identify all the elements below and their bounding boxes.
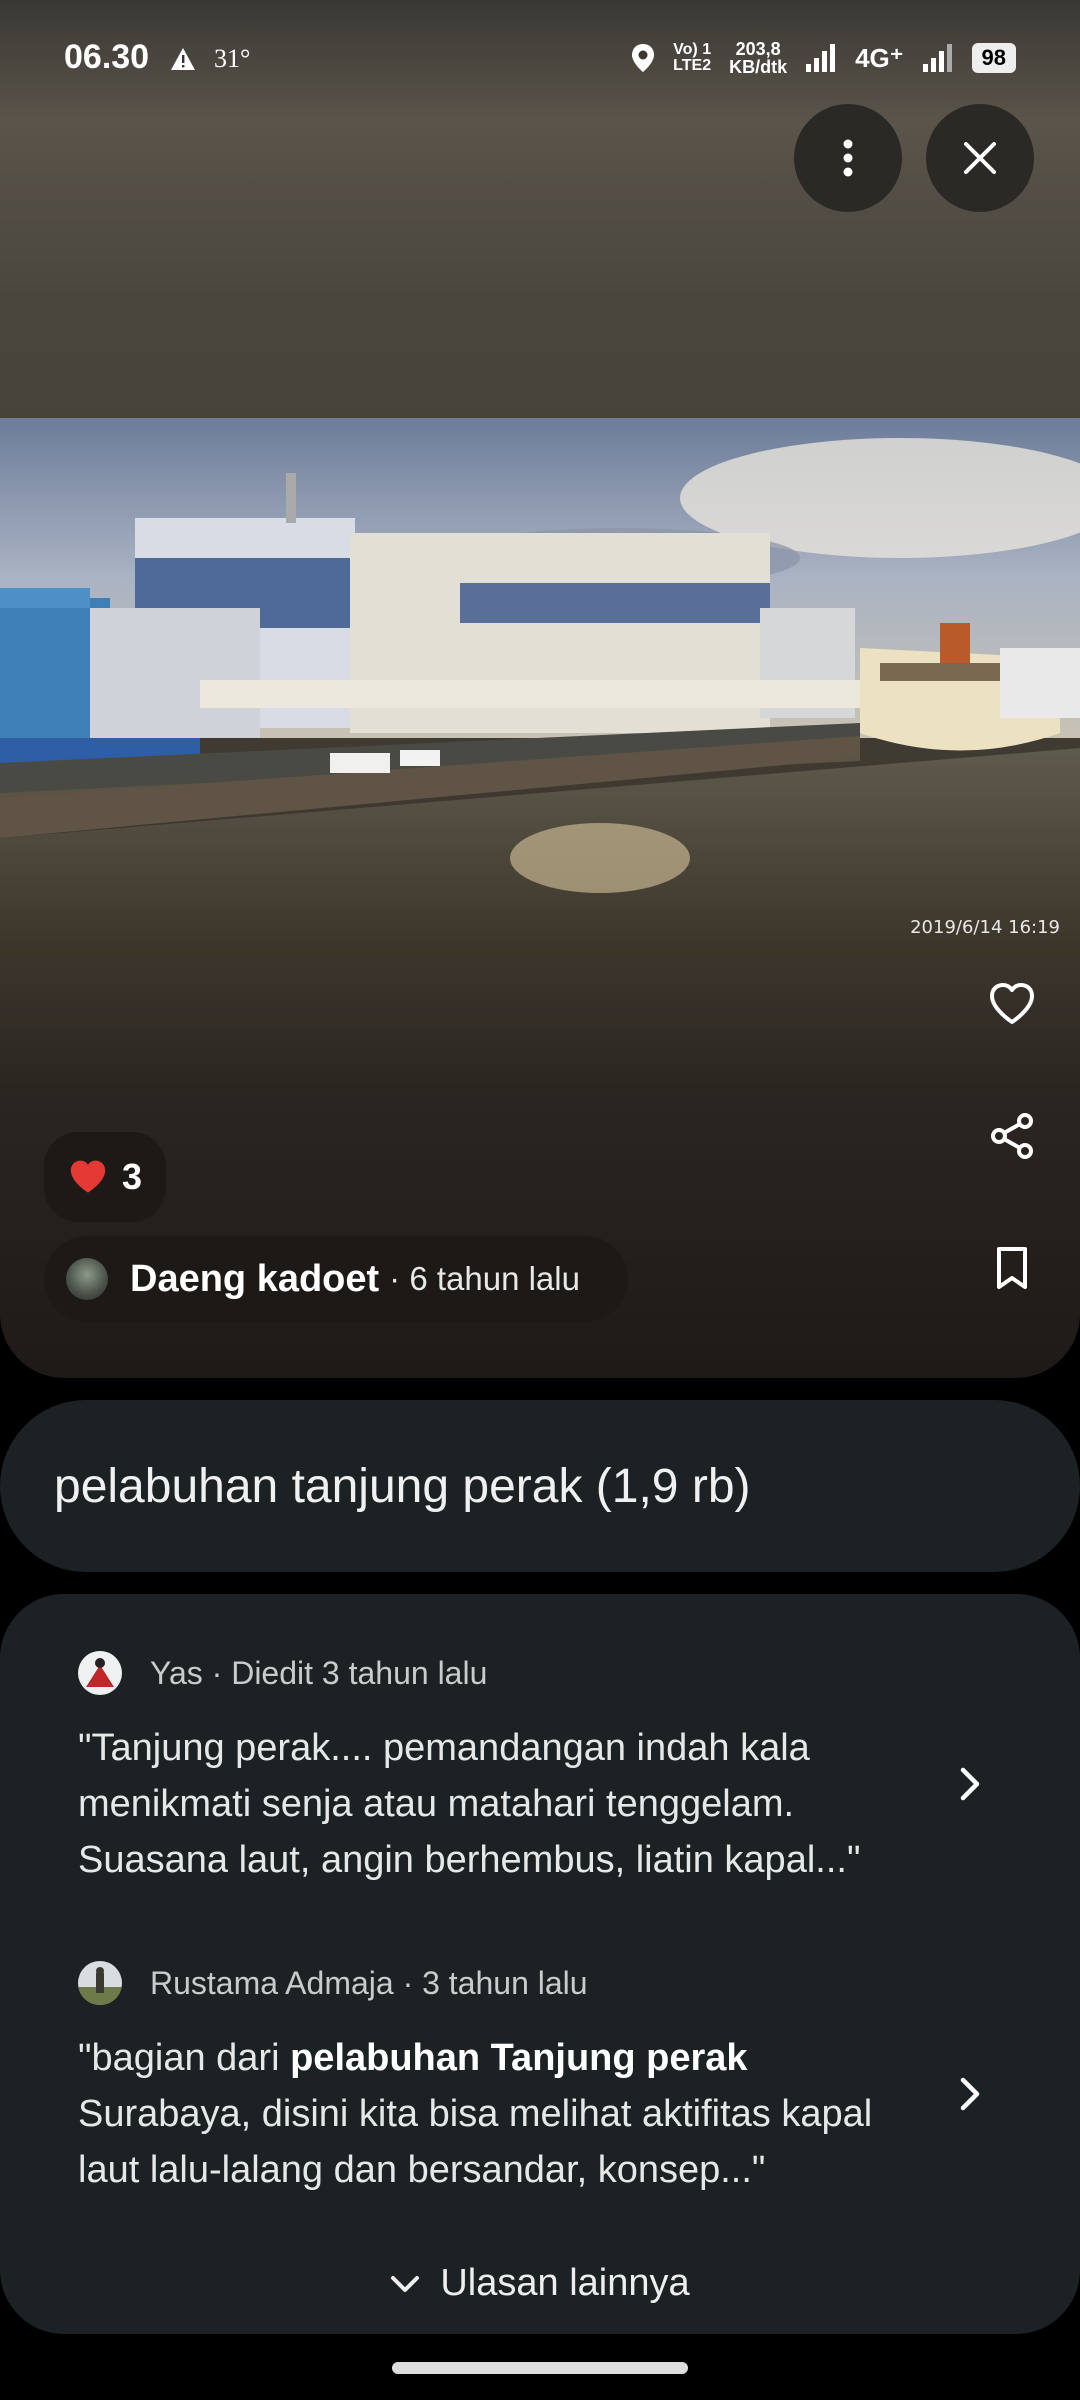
save-button[interactable]: [980, 1236, 1044, 1300]
home-indicator[interactable]: [392, 2362, 688, 2374]
chevron-right-icon: [960, 1767, 980, 1801]
review-header: Yas · Diedit 3 tahun lalu: [78, 1648, 958, 1698]
status-temperature: 31°: [214, 44, 251, 73]
status-right-icons: Vo) 1 LTE2 203,8 KB/dtk 4G⁺ 98: [631, 40, 1016, 76]
review-item[interactable]: Yas · Diedit 3 tahun lalu "Tanjung perak…: [78, 1648, 958, 1888]
more-vert-icon: [843, 139, 853, 177]
share-icon: [991, 1113, 1033, 1159]
reviewer-avatar: [78, 1961, 122, 2005]
review-text: "Tanjung perak.... pemandangan indah kal…: [78, 1727, 861, 1881]
author-chip[interactable]: Daeng kadoet · 6 tahun lalu: [44, 1236, 628, 1322]
heart-outline-icon: [990, 983, 1034, 1024]
battery-level: 98: [971, 43, 1016, 73]
review-text: "bagian dari pelabuhan Tanjung perak Sur…: [78, 2037, 873, 2191]
chevron-down-icon: [391, 2275, 420, 2292]
status-left-icons: 31°: [170, 44, 250, 74]
review-item[interactable]: Rustama Admaja · 3 tahun lalu "bagian da…: [78, 1958, 958, 2198]
signal-icon: [806, 44, 836, 72]
bookmark-icon: [997, 1247, 1027, 1289]
signal-2-icon: [922, 44, 952, 72]
author-name: Daeng kadoet: [130, 1257, 380, 1300]
harbor-photo-illustration: [0, 418, 1080, 958]
close-button[interactable]: [926, 104, 1034, 212]
red-heart-icon: [70, 1160, 106, 1193]
place-title-card[interactable]: pelabuhan tanjung perak (1,9 rb): [0, 1400, 1080, 1572]
more-reviews-button[interactable]: Ulasan lainnya: [0, 2262, 1080, 2305]
like-button[interactable]: [980, 972, 1044, 1036]
reviewer-name: Yas · Diedit 3 tahun lalu: [150, 1654, 488, 1691]
place-photo[interactable]: 2019/6/14 16:19: [0, 418, 1080, 958]
place-title: pelabuhan tanjung perak (1,9 rb): [54, 1459, 751, 1513]
review-open-button[interactable]: [950, 2064, 990, 2124]
likes-badge[interactable]: 3: [44, 1132, 167, 1222]
reviewer-avatar: [78, 1651, 122, 1695]
chevron-right-icon: [960, 2077, 980, 2111]
author-avatar: [66, 1258, 108, 1300]
photo-viewer: 06.30 31° Vo) 1 LTE2 203,8 KB/dtk 4G⁺ 98: [0, 0, 1080, 1378]
reviews-card: Yas · Diedit 3 tahun lalu "Tanjung perak…: [0, 1594, 1080, 2334]
close-icon: [964, 142, 996, 174]
network-type: 4G⁺: [855, 42, 904, 73]
likes-count: 3: [122, 1156, 143, 1197]
status-bar: 06.30 31° Vo) 1 LTE2 203,8 KB/dtk 4G⁺ 98: [0, 0, 1080, 120]
review-highlight: pelabuhan Tanjung perak: [290, 2037, 748, 2079]
volte-indicator: Vo) 1 LTE2: [673, 41, 712, 74]
author-meta: · 6 tahun lalu: [389, 1260, 580, 1297]
share-button[interactable]: [980, 1104, 1044, 1168]
more-options-button[interactable]: [794, 104, 902, 212]
location-icon: [632, 44, 655, 72]
more-reviews-label: Ulasan lainnya: [440, 2262, 690, 2304]
review-open-button[interactable]: [950, 1754, 990, 1814]
photo-timestamp: 2019/6/14 16:19: [910, 917, 1060, 938]
warning-icon: [171, 48, 195, 70]
review-header: Rustama Admaja · 3 tahun lalu: [78, 1958, 958, 2008]
reviewer-name: Rustama Admaja · 3 tahun lalu: [150, 1964, 588, 2001]
status-time: 06.30: [64, 38, 150, 76]
network-speed: 203,8 KB/dtk: [729, 39, 788, 77]
